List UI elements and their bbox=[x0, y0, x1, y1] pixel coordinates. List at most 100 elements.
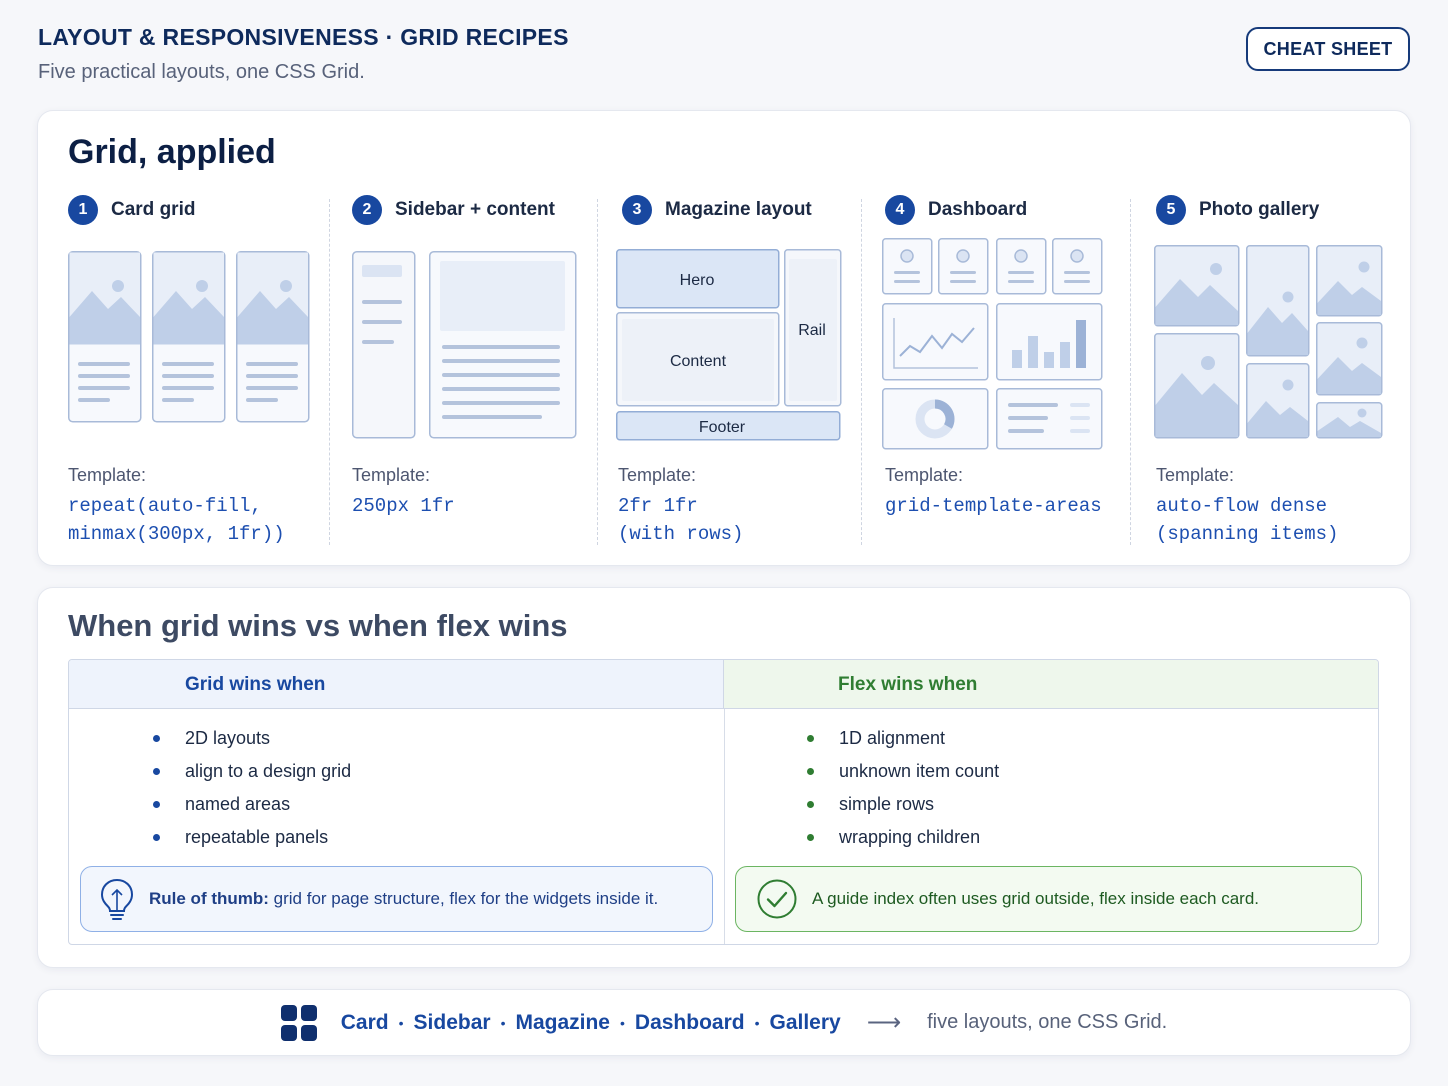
template-code: grid-template-areas bbox=[885, 495, 1102, 517]
step-number-badge: 5 bbox=[1156, 195, 1186, 225]
list-item-text: 1D alignment bbox=[839, 728, 946, 748]
column-divider bbox=[597, 199, 598, 545]
list-item-text: align to a design grid bbox=[185, 761, 352, 781]
bullet-dot bbox=[807, 801, 814, 808]
flex-wins-list: 1D alignment unknown item count simple r… bbox=[807, 722, 1000, 854]
content-block bbox=[429, 251, 577, 439]
list-item: unknown item count bbox=[807, 755, 1000, 788]
gallery-photo bbox=[1316, 402, 1383, 439]
lightbulb-icon bbox=[100, 878, 134, 920]
check-circle-icon bbox=[757, 879, 797, 919]
template-label: Template: bbox=[885, 465, 964, 485]
step-number-badge: 4 bbox=[885, 195, 915, 225]
footer-separator: • bbox=[620, 1014, 625, 1031]
template-label: Template: bbox=[352, 465, 431, 485]
dashboard-donut-tile bbox=[882, 388, 989, 450]
sidebar-content-illustration bbox=[352, 251, 577, 439]
guide-index-callout: A guide index often uses grid outside, f… bbox=[735, 866, 1362, 932]
list-item-text: named areas bbox=[185, 794, 291, 814]
footer-separator: • bbox=[500, 1014, 506, 1031]
photo-gallery-illustration bbox=[1154, 245, 1383, 439]
page-header: LAYOUT & RESPONSIVENESS · GRID RECIPES F… bbox=[38, 24, 569, 84]
magazine-footer-label: Footer bbox=[699, 419, 746, 436]
magazine-hero-block: Hero bbox=[616, 249, 780, 309]
magazine-content-label: Content bbox=[670, 353, 727, 370]
recipe-title: Magazine layout bbox=[665, 199, 812, 220]
list-item-text: 2D layouts bbox=[185, 728, 271, 748]
recipe-title: Dashboard bbox=[928, 199, 1028, 220]
list-item: align to a design grid bbox=[153, 755, 352, 788]
gallery-photo bbox=[1246, 245, 1310, 357]
footer-separator: • bbox=[754, 1014, 760, 1031]
magazine-rail-block: Rail bbox=[784, 249, 842, 407]
template-label: Template: bbox=[68, 465, 147, 485]
list-item: named areas bbox=[153, 788, 351, 821]
column-divider bbox=[1130, 199, 1131, 545]
footer-link-gallery[interactable]: Gallery bbox=[770, 1011, 841, 1035]
page-title: LAYOUT & RESPONSIVENESS · GRID RECIPES bbox=[38, 24, 569, 50]
arrow-right-icon: ⟶ bbox=[866, 1009, 902, 1036]
gallery-photo bbox=[1316, 245, 1383, 317]
dashboard-kpi-tile bbox=[996, 238, 1047, 295]
bullet-dot bbox=[153, 768, 160, 775]
footer-link-dashboard[interactable]: Dashboard bbox=[635, 1011, 745, 1035]
rule-of-thumb-text: Rule of thumb: grid for page structure, … bbox=[149, 889, 658, 909]
list-item-text: wrapping children bbox=[839, 827, 981, 847]
footer-links: Card • Sidebar • Magazine • Dashboard • … bbox=[341, 1011, 841, 1035]
bullet-dot bbox=[807, 834, 814, 841]
template-label: Template: bbox=[1156, 465, 1235, 485]
dashboard-kpi-tile bbox=[938, 238, 989, 295]
recipe-card-grid: 1 Card grid Template: repeat(auto-fill, … bbox=[68, 195, 318, 545]
magazine-hero-label: Hero bbox=[680, 272, 715, 289]
card-thumbnail bbox=[68, 251, 142, 423]
rule-of-thumb-label: Rule of thumb: bbox=[149, 889, 269, 908]
footer-link-sidebar[interactable]: Sidebar bbox=[414, 1011, 491, 1035]
magazine-illustration: Hero Rail Content Footer bbox=[616, 249, 842, 441]
footer-separator: • bbox=[398, 1014, 404, 1031]
grid-vs-flex-panel: When grid wins vs when flex wins Grid wi… bbox=[37, 587, 1411, 968]
recipe-title: Photo gallery bbox=[1199, 199, 1320, 220]
list-item: wrapping children bbox=[807, 821, 999, 854]
grid-wins-list: 2D layouts align to a design grid named … bbox=[153, 722, 352, 854]
list-item: repeatable panels bbox=[153, 821, 351, 854]
gallery-photo bbox=[1154, 333, 1240, 439]
bullet-dot bbox=[153, 834, 160, 841]
bullet-dot bbox=[807, 768, 814, 775]
gallery-photo bbox=[1316, 322, 1383, 396]
card-grid-illustration bbox=[68, 251, 310, 423]
cheat-sheet-button[interactable]: CHEAT SHEET bbox=[1246, 27, 1410, 71]
step-number-badge: 1 bbox=[68, 195, 98, 225]
template-code: 2fr 1fr (with rows) bbox=[618, 495, 744, 545]
magazine-footer-block: Footer bbox=[616, 411, 841, 441]
grid-vs-flex-title: When grid wins vs when flex wins bbox=[68, 608, 568, 643]
template-code: auto-flow dense (spanning items) bbox=[1156, 495, 1339, 545]
footer-nav-panel: Card • Sidebar • Magazine • Dashboard • … bbox=[37, 989, 1411, 1056]
dashboard-kpi-tile bbox=[882, 238, 933, 295]
comparison-table: Grid wins when Flex wins when 2D layouts… bbox=[68, 659, 1379, 945]
step-number-badge: 2 bbox=[352, 195, 382, 225]
recipe-sidebar-content: 2 Sidebar + content Template: 250px 1fr bbox=[352, 195, 592, 545]
dashboard-bar-chart-tile bbox=[996, 303, 1103, 381]
list-item-text: repeatable panels bbox=[185, 827, 329, 847]
dashboard-table-tile bbox=[996, 388, 1103, 450]
rule-of-thumb-callout: Rule of thumb: grid for page structure, … bbox=[80, 866, 713, 932]
page-subtitle: Five practical layouts, one CSS Grid. bbox=[38, 61, 365, 83]
column-divider bbox=[724, 709, 725, 944]
rule-of-thumb-body: grid for page structure, flex for the wi… bbox=[268, 889, 659, 908]
gallery-photo bbox=[1154, 245, 1240, 327]
grid-applied-panel: Grid, applied 1 Card grid Template: repe… bbox=[37, 110, 1411, 566]
recipe-title: Card grid bbox=[111, 199, 196, 220]
guide-index-text: A guide index often uses grid outside, f… bbox=[812, 889, 1260, 908]
footer-link-card[interactable]: Card bbox=[341, 1011, 389, 1035]
recipe-photo-gallery: 5 Photo gallery Template: auto-flow dens… bbox=[1154, 195, 1396, 545]
card-thumbnail bbox=[236, 251, 310, 423]
recipe-title: Sidebar + content bbox=[395, 199, 555, 220]
flex-wins-header: Flex wins when bbox=[724, 660, 1378, 709]
list-item-text: unknown item count bbox=[839, 761, 1000, 781]
template-code: 250px 1fr bbox=[352, 495, 455, 517]
footer-link-magazine[interactable]: Magazine bbox=[515, 1011, 610, 1035]
recipe-dashboard: 4 Dashboard Template: grid-template-area… bbox=[882, 195, 1125, 545]
step-number-badge: 3 bbox=[622, 195, 652, 225]
magazine-rail-label: Rail bbox=[798, 322, 826, 339]
dashboard-kpi-tile bbox=[1052, 238, 1103, 295]
